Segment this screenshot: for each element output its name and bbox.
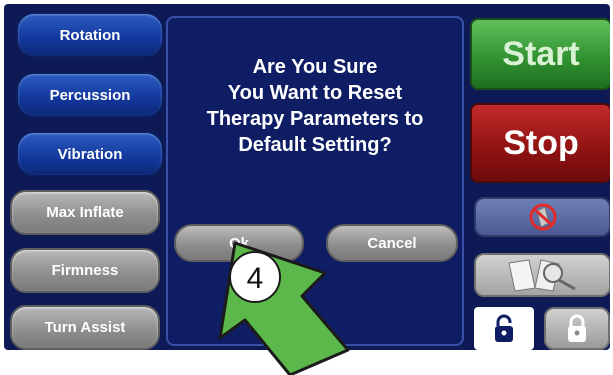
step-number: 4 (247, 262, 264, 295)
step-callout-overlay: 4 (218, 241, 350, 375)
